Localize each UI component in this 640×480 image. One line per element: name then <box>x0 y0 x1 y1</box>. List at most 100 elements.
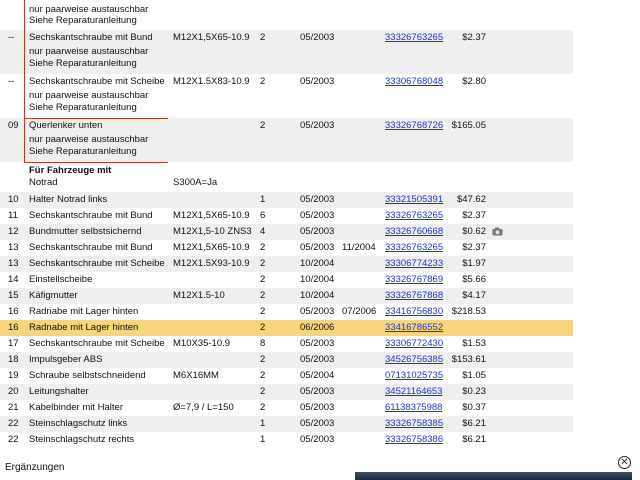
part-description: Einstellscheibe <box>29 274 93 285</box>
part-number-link[interactable]: 33326760668 <box>385 224 443 240</box>
table-row: 09 Querlenker unten 2 05/2003 3332676872… <box>0 118 573 162</box>
part-spec: M12X1,5-10 ZNS3 <box>173 226 252 237</box>
quantity: 2 <box>260 354 266 365</box>
price: $153.61 <box>451 354 486 365</box>
table-row-selected[interactable]: 16 Radnabe mit Lager hinten 2 06/2006 33… <box>0 320 573 336</box>
close-icon[interactable]: ✕ <box>618 456 631 469</box>
part-spec: M12X1.5X83-10.9 <box>173 76 250 87</box>
part-number-link[interactable]: 33306774233 <box>385 256 443 272</box>
position-number: 21 <box>8 402 19 413</box>
table-row: 18 Impulsgeber ABS 2 05/2003 34526756385… <box>0 352 573 368</box>
parts-table: nur paarweise austauschbar Siehe Reparat… <box>0 0 573 448</box>
group-bracket <box>24 162 168 163</box>
part-spec: M12X1.5-10 <box>173 290 225 301</box>
part-number-link[interactable]: 33321505391 <box>385 192 443 208</box>
position-number: 13 <box>8 242 19 253</box>
table-row: 19 Schraube selbstschneidend M6X16MM 2 0… <box>0 368 573 384</box>
part-number-link[interactable]: 33326758386 <box>385 432 443 448</box>
valid-from: 05/2004 <box>300 370 335 381</box>
table-row: 22 Steinschlagschutz links 1 05/2003 333… <box>0 416 573 432</box>
price: $1.05 <box>462 370 486 381</box>
position-number: 12 <box>8 226 19 237</box>
quantity: 2 <box>260 32 266 43</box>
valid-from: 05/2003 <box>300 120 335 131</box>
table-row: 13 Sechskantschraube mit Bund M12X1,5X65… <box>0 240 573 256</box>
price: $5.66 <box>462 274 486 285</box>
part-number-link[interactable]: 33416756830 <box>385 304 443 320</box>
note-line: nur paarweise austauschbar <box>29 134 149 145</box>
part-description: Käfigmutter <box>29 290 78 301</box>
valid-from: 05/2003 <box>300 210 335 221</box>
part-description: Radnabe mit Lager hinten <box>29 322 139 333</box>
part-number-link[interactable]: 07131025735 <box>385 368 443 384</box>
valid-to: 11/2004 <box>342 242 376 253</box>
quantity: 8 <box>260 338 266 349</box>
condition-label: Für Fahrzeuge mit <box>29 165 112 176</box>
part-number-link[interactable]: 33326758385 <box>385 416 443 432</box>
position-number: 16 <box>8 306 19 317</box>
quantity: 1 <box>260 418 266 429</box>
price: $1.97 <box>462 258 486 269</box>
position-number: -- <box>8 32 15 43</box>
quantity: 2 <box>260 290 266 301</box>
table-row: 15 Käfigmutter M12X1.5-10 2 10/2004 3332… <box>0 288 573 304</box>
valid-from: 05/2003 <box>300 434 335 445</box>
part-description: Steinschlagschutz links <box>29 418 128 429</box>
price: $2.37 <box>462 32 486 43</box>
part-number-link[interactable]: 61138375988 <box>385 400 442 416</box>
part-description: Kabelbinder mit Halter <box>29 402 123 413</box>
price: $2.80 <box>462 76 486 87</box>
image-preview[interactable] <box>355 472 632 480</box>
part-number-link[interactable]: 33306772430 <box>385 336 443 352</box>
part-spec: M12X1,5X65-10.9 <box>173 32 250 43</box>
part-description: Bundmutter selbstsichernd <box>29 226 142 237</box>
valid-from: 05/2003 <box>300 76 335 87</box>
part-number-link[interactable]: 34521164653 <box>385 384 442 400</box>
part-number-link[interactable]: 33306768048 <box>385 74 443 90</box>
note-line: nur paarweise austauschbar <box>29 46 149 57</box>
part-description: Steinschlagschutz rechts <box>29 434 135 445</box>
table-row: 11 Sechskantschraube mit Bund M12X1,5X65… <box>0 208 573 224</box>
quantity: 2 <box>260 306 266 317</box>
part-number-link[interactable]: 33326767869 <box>385 272 443 288</box>
valid-from: 05/2003 <box>300 226 335 237</box>
position-number: 15 <box>8 290 19 301</box>
camera-icon[interactable] <box>492 227 503 236</box>
position-number: 13 <box>8 258 19 269</box>
part-number-link[interactable]: 33326763265 <box>385 240 443 256</box>
table-row: nur paarweise austauschbar Siehe Reparat… <box>0 0 573 30</box>
part-spec: M10X35-10.9 <box>173 338 231 349</box>
note-line: nur paarweise austauschbar <box>29 90 149 101</box>
price: $0.37 <box>462 402 486 413</box>
part-description: Querlenker unten <box>29 120 103 131</box>
quantity: 2 <box>260 242 266 253</box>
quantity: 2 <box>260 76 266 87</box>
note-line: Siehe Reparaturanleitung <box>29 58 137 69</box>
part-description: Leitungshalter <box>29 386 89 397</box>
price: $0.23 <box>462 386 486 397</box>
group-bracket <box>24 0 25 118</box>
table-row: -- Sechskantschraube mit Bund M12X1,5X65… <box>0 30 573 74</box>
part-number-link[interactable]: 33326763265 <box>385 208 443 224</box>
part-description: Sechskantschraube mit Scheibe <box>29 338 165 349</box>
part-number-link[interactable]: 33326763265 <box>385 30 443 46</box>
part-number-link[interactable]: 34526756385 <box>385 352 443 368</box>
quantity: 2 <box>260 370 266 381</box>
table-row: 10 Halter Notrad links 1 05/2003 3332150… <box>0 192 573 208</box>
position-number: 17 <box>8 338 19 349</box>
quantity: 1 <box>260 434 266 445</box>
table-row: 14 Einstellscheibe 2 10/2004 33326767869… <box>0 272 573 288</box>
valid-from: 05/2003 <box>300 386 335 397</box>
valid-from: 10/2004 <box>300 274 335 285</box>
table-row: 20 Leitungshalter 2 05/2003 34521164653 … <box>0 384 573 400</box>
note-line: Siehe Reparaturanleitung <box>29 102 137 113</box>
quantity: 2 <box>260 258 266 269</box>
part-number-link[interactable]: 33326767868 <box>385 288 443 304</box>
part-description: Impulsgeber ABS <box>29 354 103 365</box>
quantity: 4 <box>260 226 266 237</box>
note-line: Siehe Reparaturanleitung <box>29 15 137 26</box>
position-number: 22 <box>8 418 19 429</box>
table-row: 22 Steinschlagschutz rechts 1 05/2003 33… <box>0 432 573 448</box>
part-number-link[interactable]: 33416786552 <box>385 320 443 336</box>
part-number-link[interactable]: 33326768726 <box>385 118 443 134</box>
